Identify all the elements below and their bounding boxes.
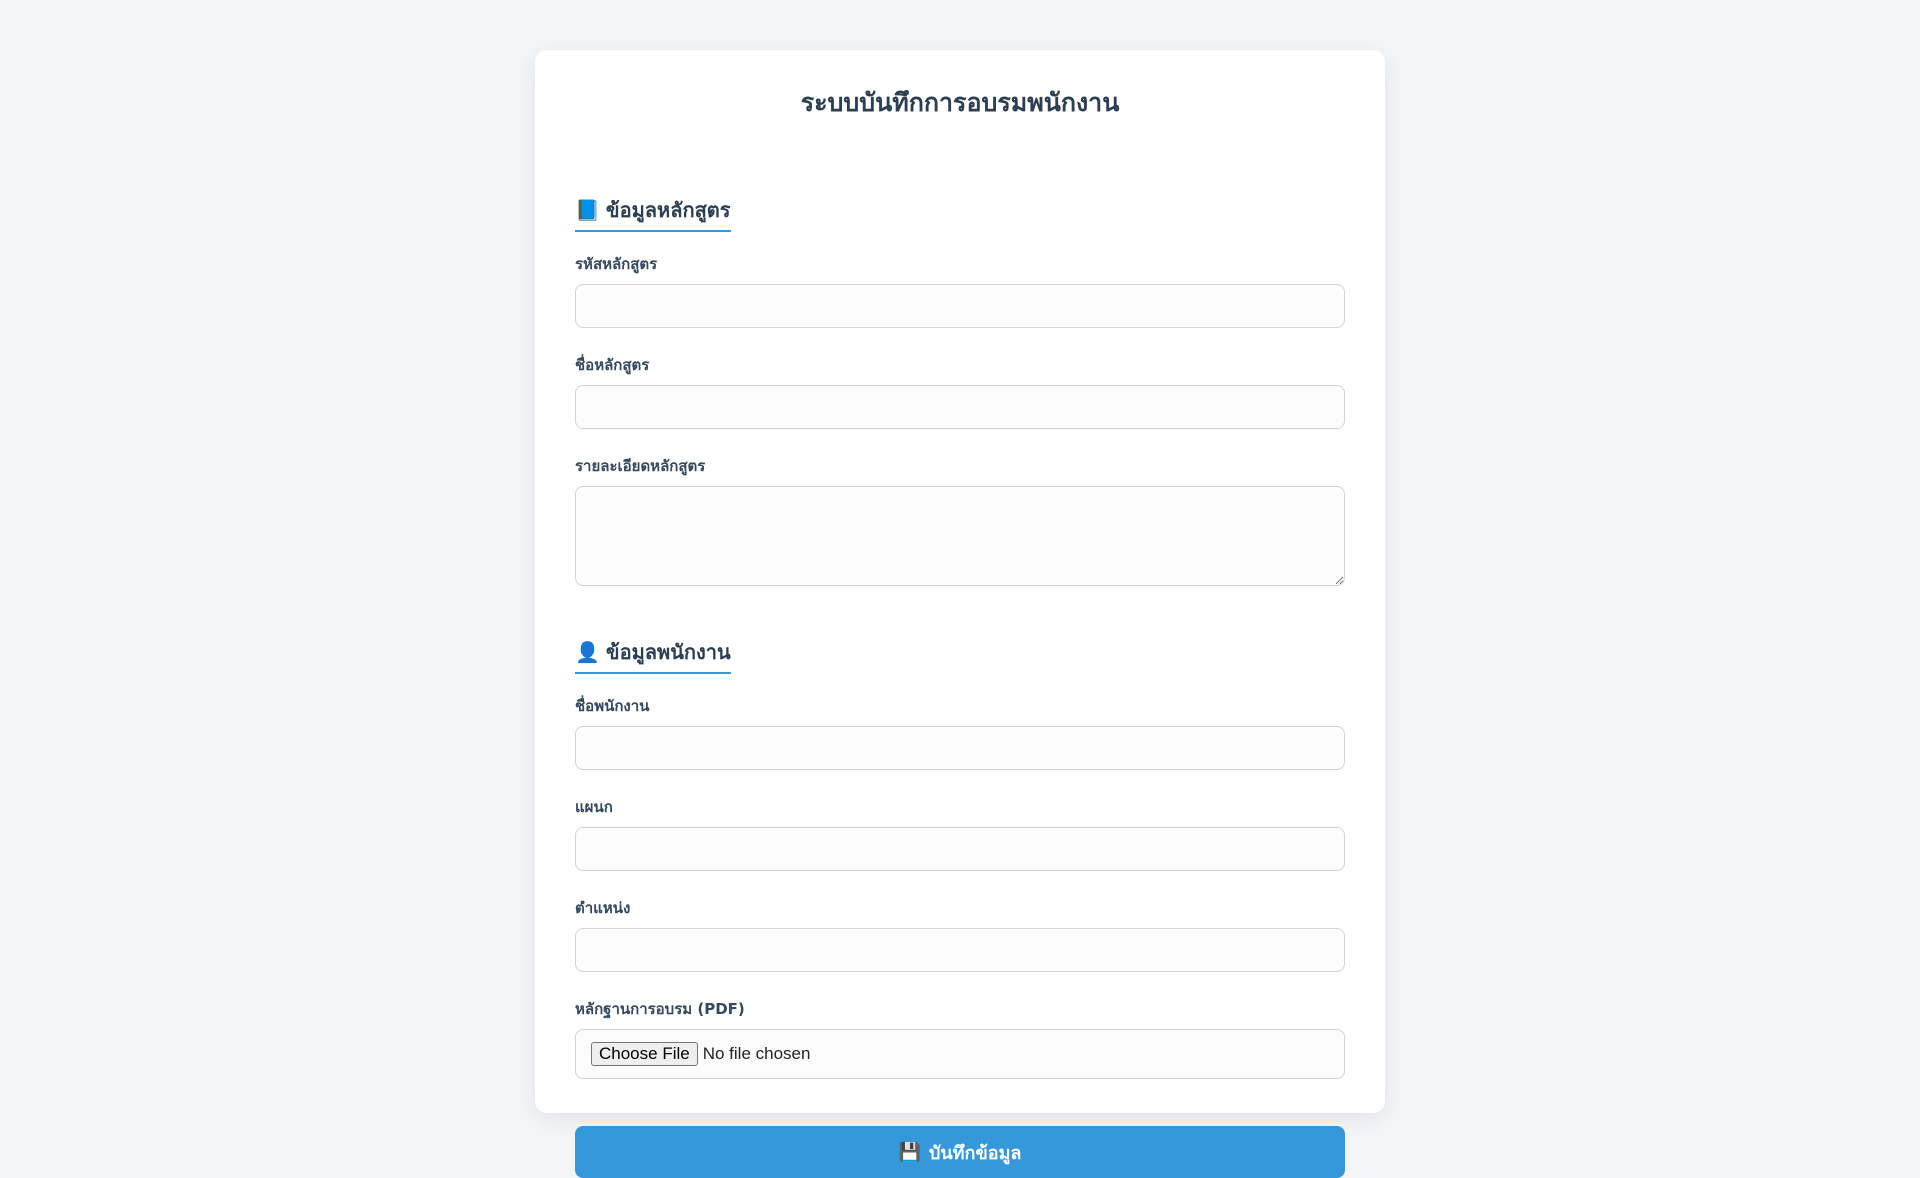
user-icon: 👤 xyxy=(575,640,600,664)
save-button-label: บันทึกข้อมูล xyxy=(928,1142,1022,1164)
course-code-field: รหัสหลักสูตร xyxy=(575,252,1345,328)
employee-section-heading: 👤 ข้อมูลพนักงาน xyxy=(575,636,731,674)
book-icon: 📘 xyxy=(575,198,600,222)
position-field: ตำแหน่ง xyxy=(575,896,1345,972)
course-code-label: รหัสหลักสูตร xyxy=(575,255,658,273)
course-detail-label: รายละเอียดหลักสูตร xyxy=(575,457,706,475)
employee-section-title: ข้อมูลพนักงาน xyxy=(605,640,731,664)
course-detail-textarea[interactable] xyxy=(575,486,1345,586)
position-input[interactable] xyxy=(575,928,1345,972)
course-section-title: ข้อมูลหลักสูตร xyxy=(605,198,731,222)
position-label: ตำแหน่ง xyxy=(575,899,631,917)
department-input[interactable] xyxy=(575,827,1345,871)
choose-file-button[interactable]: Choose File xyxy=(591,1042,698,1066)
course-name-input[interactable] xyxy=(575,385,1345,429)
employee-name-field: ชื่อพนักงาน xyxy=(575,694,1345,770)
page-title: ระบบบันทึกการอบรมพนักงาน xyxy=(800,88,1120,117)
file-status-text: No file chosen xyxy=(702,1044,811,1063)
employee-name-label: ชื่อพนักงาน xyxy=(575,697,650,715)
evidence-field: หลักฐานการอบรม (PDF) Choose File No file… xyxy=(575,997,1345,1079)
course-detail-field: รายละเอียดหลักสูตร xyxy=(575,454,1345,586)
course-section-heading: 📘 ข้อมูลหลักสูตร xyxy=(575,194,731,232)
file-upload-input[interactable]: Choose File No file chosen xyxy=(575,1029,1345,1079)
save-button[interactable]: 💾 บันทึกข้อมูล xyxy=(575,1126,1345,1178)
form-card: ระบบบันทึกการอบรมพนักงาน 📘 ข้อมูลหลักสูตร… xyxy=(535,50,1385,1178)
evidence-label: หลักฐานการอบรม (PDF) xyxy=(575,1000,745,1018)
department-field: แผนก xyxy=(575,795,1345,871)
employee-name-input[interactable] xyxy=(575,726,1345,770)
course-name-field: ชื่อหลักสูตร xyxy=(575,353,1345,429)
course-code-input[interactable] xyxy=(575,284,1345,328)
department-label: แผนก xyxy=(575,798,613,816)
floppy-disk-icon: 💾 xyxy=(898,1141,921,1163)
course-name-label: ชื่อหลักสูตร xyxy=(575,356,650,374)
